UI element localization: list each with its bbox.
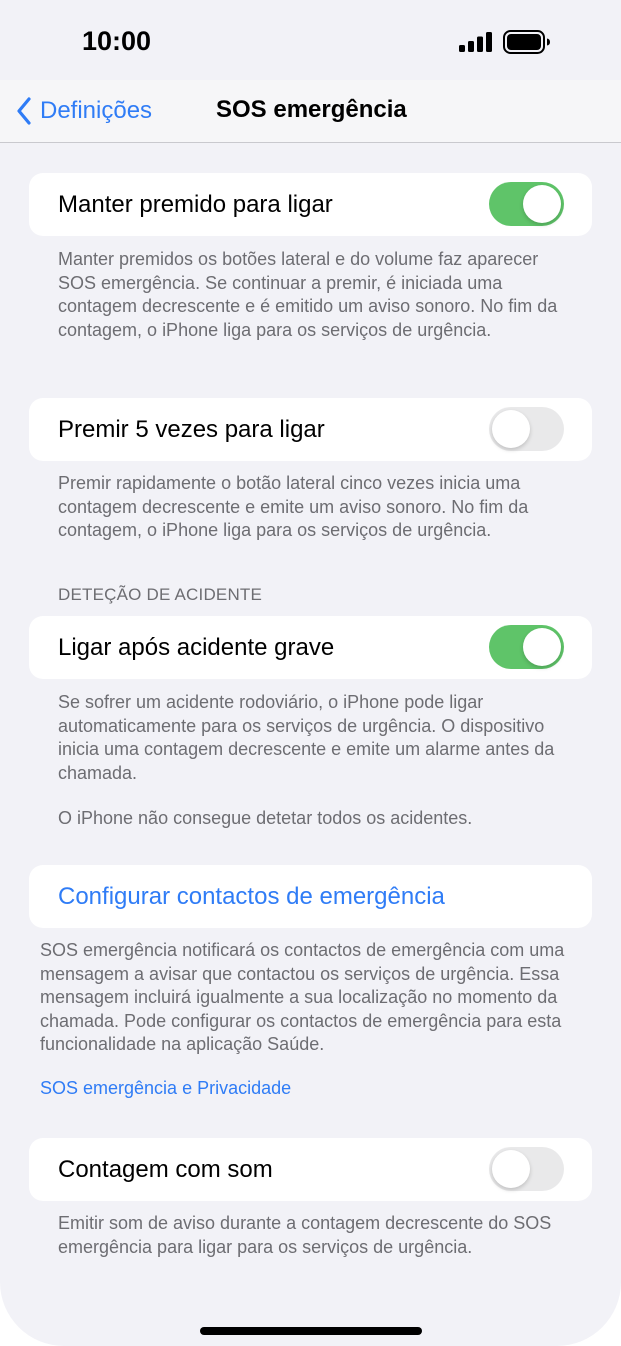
hold-to-call-label: Manter premido para ligar	[58, 191, 333, 218]
phone-screen: 10:00 Definições SOS emergência Manter p…	[0, 0, 621, 1346]
status-bar: 10:00	[0, 0, 621, 86]
battery-icon	[503, 30, 550, 54]
countdown-sound-toggle[interactable]	[489, 1147, 564, 1191]
back-button[interactable]: Definições	[16, 94, 152, 128]
crash-detection-row: Ligar após acidente grave	[29, 616, 592, 679]
countdown-sound-label: Contagem com som	[58, 1156, 273, 1183]
home-indicator	[200, 1327, 422, 1335]
press-5-times-toggle[interactable]	[489, 407, 564, 451]
navigation-bar: Definições SOS emergência	[0, 80, 621, 143]
toggle-knob	[523, 628, 561, 666]
countdown-sound-row: Contagem com som	[29, 1138, 592, 1201]
crash-detection-toggle[interactable]	[489, 625, 564, 669]
hold-to-call-footer: Manter premidos os botões lateral e do v…	[58, 249, 558, 340]
hold-to-call-row: Manter premido para ligar	[29, 173, 592, 236]
toggle-knob	[492, 410, 530, 448]
crash-detection-note: O iPhone não consegue detetar todos os a…	[58, 808, 473, 828]
press-5-times-label: Premir 5 vezes para ligar	[58, 416, 325, 443]
emergency-contacts-link[interactable]: Configurar contactos de emergência	[58, 883, 445, 911]
page-title: SOS emergência	[216, 96, 407, 123]
emergency-contacts-row[interactable]: Configurar contactos de emergência	[29, 865, 592, 928]
emergency-contacts-footer: SOS emergência notificará os contactos d…	[40, 940, 565, 1054]
crash-detection-label: Ligar após acidente grave	[58, 634, 335, 661]
crash-detection-header: DETEÇÃO DE ACIDENTE	[58, 585, 263, 604]
status-time: 10:00	[82, 26, 152, 56]
crash-detection-footer: Se sofrer um acidente rodoviário, o iPho…	[58, 692, 555, 783]
chevron-left-icon	[17, 97, 31, 125]
toggle-knob	[492, 1150, 530, 1188]
press-5-times-footer: Premir rapidamente o botão lateral cinco…	[58, 473, 529, 540]
cellular-signal-icon	[459, 32, 492, 52]
toggle-knob	[523, 185, 561, 223]
press-5-times-row: Premir 5 vezes para ligar	[29, 398, 592, 461]
back-label: Definições	[40, 97, 153, 124]
hold-to-call-toggle[interactable]	[489, 182, 564, 226]
privacy-link[interactable]: SOS emergência e Privacidade	[40, 1078, 291, 1099]
countdown-sound-footer: Emitir som de aviso durante a contagem d…	[58, 1213, 552, 1257]
